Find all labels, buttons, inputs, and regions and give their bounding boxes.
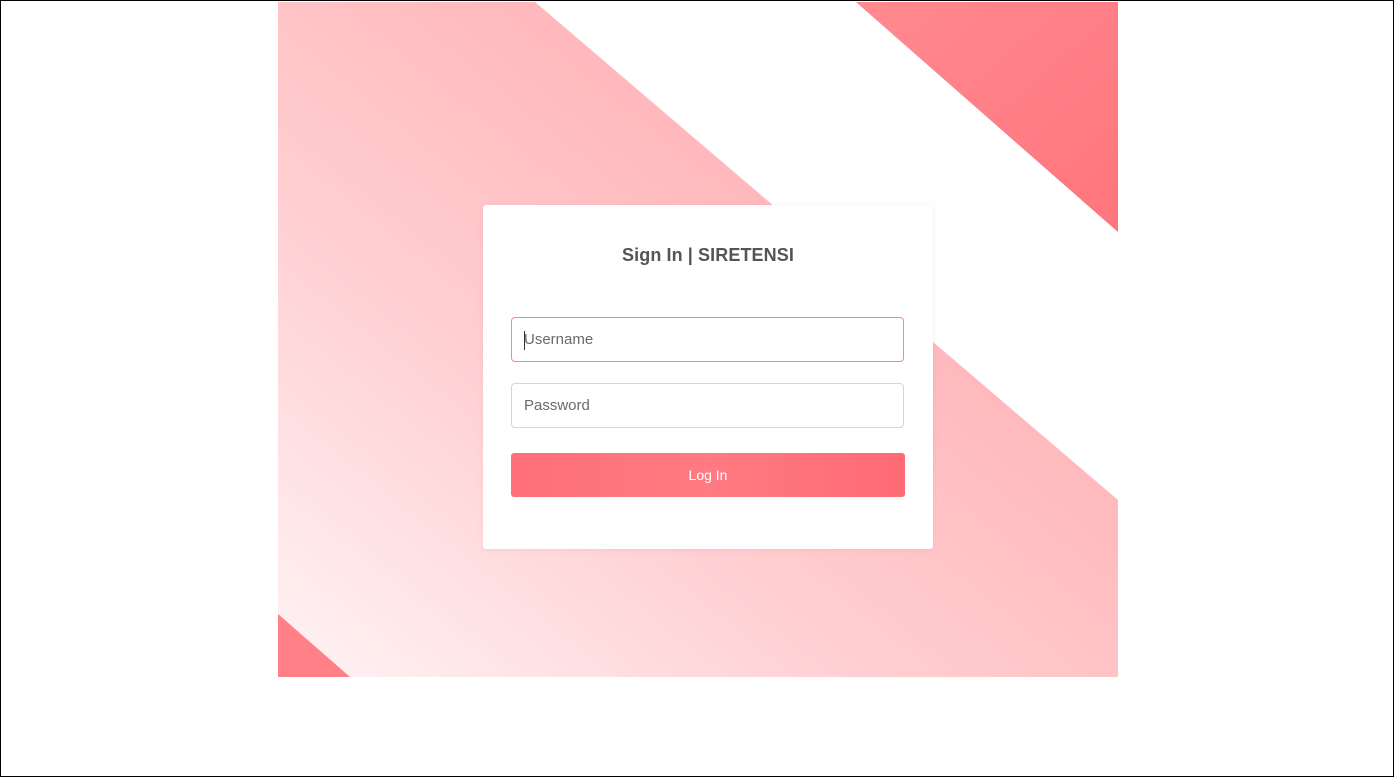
login-title: Sign In | SIRETENSI [622, 245, 794, 265]
login-hero-background: Sign In | SIRETENSI Log In [278, 2, 1118, 677]
screenshot-frame: Sign In | SIRETENSI Log In [0, 0, 1394, 777]
login-button[interactable]: Log In [511, 453, 905, 497]
username-input[interactable] [511, 317, 904, 362]
text-cursor [524, 331, 525, 350]
password-input[interactable] [511, 383, 904, 428]
login-card: Sign In | SIRETENSI Log In [483, 205, 933, 549]
